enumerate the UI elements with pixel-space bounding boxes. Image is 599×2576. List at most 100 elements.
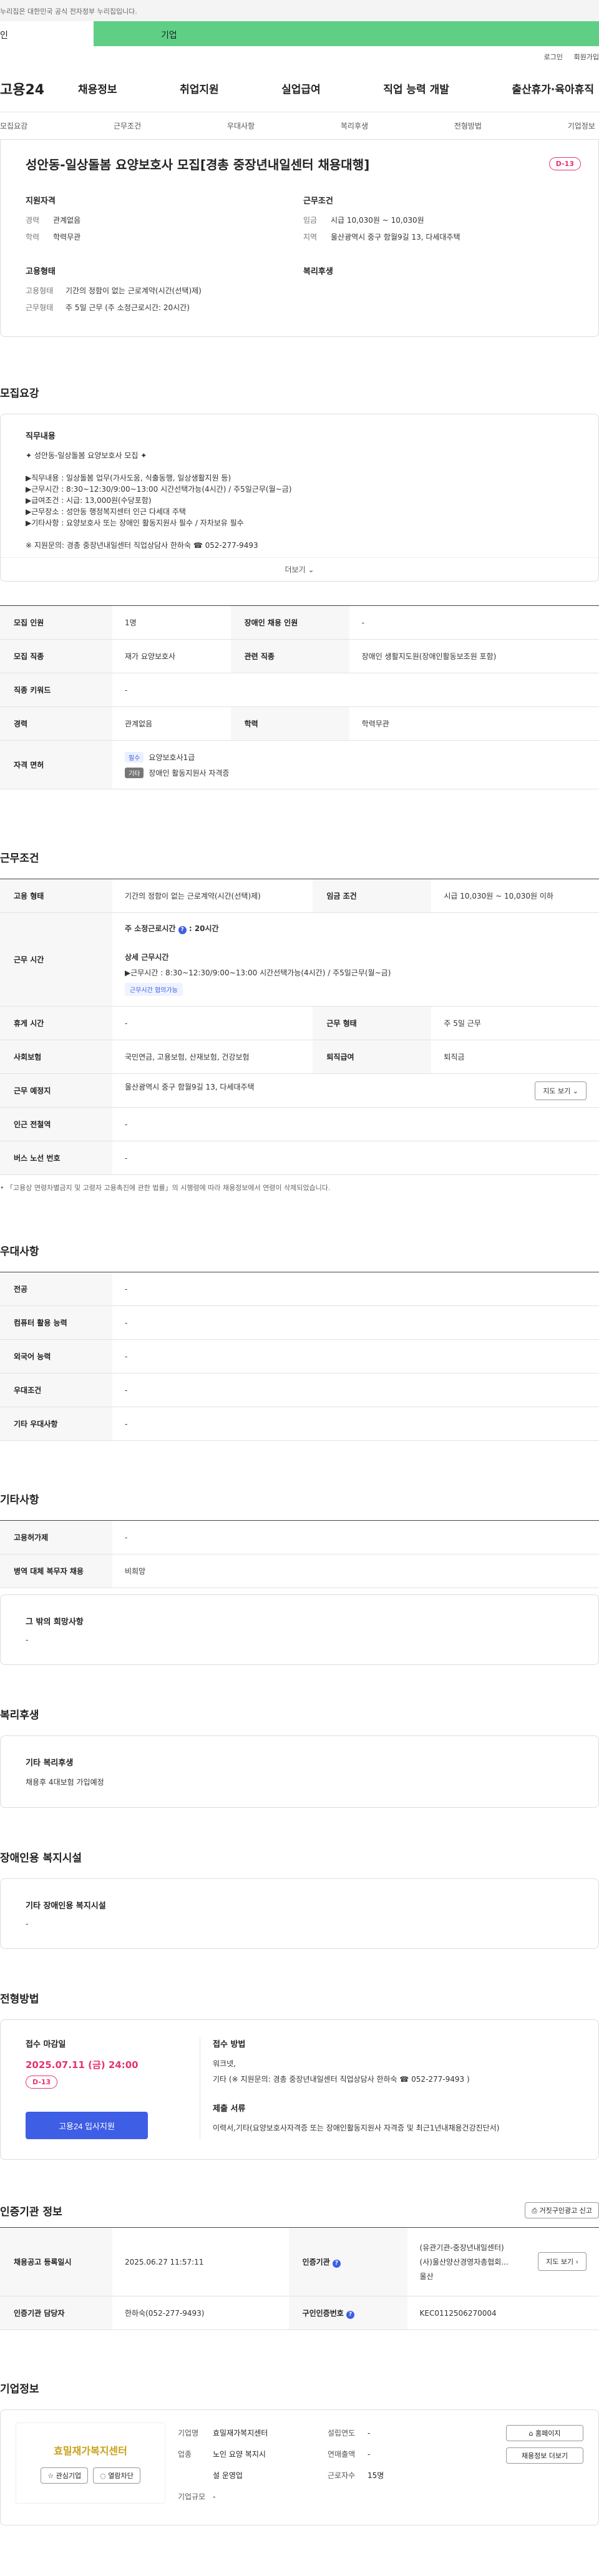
block-label: 열람차단 (108, 2472, 134, 2480)
table-row: 우대조건 - (0, 1373, 599, 1407)
table-row: 인증기관 담당자 한하숙(052-277-9493) 구인인증번호 ? KEC0… (0, 2296, 599, 2330)
desc-line: ▶근무장소 : 성안동 행정복지센터 인근 다세대 주택 (26, 507, 186, 516)
login-link[interactable]: 로그인 (544, 53, 563, 61)
row-label: 버스 노선 번호 (0, 1141, 112, 1175)
label: 근로자수 (328, 2471, 356, 2480)
nav-item-parental-leave[interactable]: 출산휴가·육아휴직 (512, 80, 594, 96)
row-label: 관련 직종 (230, 639, 349, 673)
method-heading: 접수 방법 (213, 2040, 246, 2049)
map-button[interactable]: 지도 보기 › (538, 2252, 587, 2271)
summary-card: 성안동-일상돌봄 요양보호사 모집[경총 중장년내일센터 채용대행] D-13 … (0, 140, 599, 337)
label: 학력 (26, 233, 40, 242)
table-row: 컴퓨터 활용 능력 - (0, 1305, 599, 1340)
row-value: - (112, 1305, 599, 1340)
row-value: 퇴직금 (431, 1040, 599, 1074)
row-label: 모집 직종 (0, 639, 112, 673)
welfare-heading: 기타 복리후생 (26, 1759, 74, 1768)
section-title-etc: 기타사항 (0, 1494, 39, 1506)
row-label: 인증기관 ? (288, 2227, 407, 2296)
org-value: (유관기관-중장년내일센터) (419, 2243, 504, 2252)
favorite-button[interactable]: ☆ 관심기업 (41, 2467, 89, 2484)
table-row: 근무 예정지 울산광역시 중구 함월9길 13, 다세대주택 지도 보기 ⌄ (0, 1073, 599, 1108)
nav-item-employment-support[interactable]: 취업지원 (180, 80, 219, 96)
block-button[interactable]: ◌ 열람차단 (93, 2467, 140, 2484)
anchor-work[interactable]: 근무조건 (114, 120, 141, 131)
row-value: 주 소정근로시간 ? : 20시간 상세 근무시간 ▶근무시간 : 8:30~1… (112, 912, 599, 1007)
row-value: 비희망 (112, 1554, 599, 1588)
row-value: 한하숙(052-277-9493) (112, 2296, 289, 2330)
row-value: 시급 10,030원 ~ 10,030원 이하 (431, 879, 599, 913)
row-label: 직종 키워드 (0, 673, 112, 707)
info-icon[interactable]: ? (332, 2259, 341, 2268)
row-value: - (112, 1107, 599, 1141)
value: 관계없음 (53, 216, 81, 225)
method-value: 기타 (※ 지원문의: 경총 중장년내일센터 직업상담사 한하숙 ☎ 052-2… (213, 2075, 470, 2084)
cert-name: 장애인 활동지원사 자격증 (149, 768, 230, 778)
anchor-pref[interactable]: 우대사항 (227, 120, 255, 131)
report-label: 거짓구인광고 신고 (539, 2207, 592, 2215)
qual-heading: 지원자격 (26, 197, 56, 206)
homepage-label: 홈페이지 (535, 2429, 561, 2437)
nav-item-training[interactable]: 직업 능력 개발 (383, 80, 449, 96)
table-row: 기타 우대사항 - (0, 1407, 599, 1441)
org-label: 인증기관 (302, 2257, 330, 2266)
label: 설립연도 (328, 2429, 356, 2437)
nav-item-unemployment[interactable]: 실업급여 (281, 80, 321, 96)
map-button[interactable]: 지도 보기 ⌄ (535, 1081, 587, 1100)
desc-line: ▶근무시간 : 8:30~12:30/9:00~13:00 시간선택가능(4시간… (26, 485, 292, 494)
table-row: 모집 인원 1명 장애인 채용 인원 - (0, 605, 599, 640)
row-label: 경력 (0, 706, 112, 741)
row-label: 고용 형태 (0, 879, 112, 913)
home-icon: ⌂ (528, 2429, 533, 2437)
row-value: - (112, 1272, 599, 1306)
anchor-company[interactable]: 기업정보 (568, 120, 595, 131)
more-button[interactable]: 더보기 ⌄ (1, 557, 598, 581)
anchor-selection[interactable]: 전형방법 (454, 120, 482, 131)
nav-item-jobs[interactable]: 채용정보 (78, 80, 117, 96)
value: 효밀재가복지센터 (213, 2429, 268, 2437)
note-text: 「고용상 연령차별금지 및 고령자 고용촉진에 관한 법률」의 시행령에 따라 … (6, 1184, 331, 1192)
report-button[interactable]: ⎙ 거짓구인광고 신고 (525, 2202, 599, 2218)
other-heading: 그 밖의 희망사항 (26, 1617, 84, 1627)
join-link[interactable]: 회원가입 (574, 53, 599, 61)
other-tag: 기타 (125, 767, 144, 778)
homepage-button[interactable]: ⌂ 홈페이지 (506, 2425, 583, 2441)
deadline-value: 2025.07.11 (금) 24:00 (26, 2059, 139, 2071)
docs-value: 이력서,기타(요양보호사자격증 또는 장애인활동지원사 자격증 및 최근1년내채… (213, 2124, 500, 2132)
anchor-welfare[interactable]: 복리후생 (341, 120, 368, 131)
tab-business[interactable]: 기업 (94, 21, 599, 46)
row-label: 전공 (0, 1272, 112, 1306)
job-desc-card: 직무내용 ✦ 성안동-일상돌봄 요양보호사 모집 ✦ ▶직무내용 : 일상돌봄 … (0, 414, 599, 582)
chevron-down-icon: ⌄ (572, 1086, 578, 1095)
label: 지역 (303, 233, 318, 242)
row-label: 외국어 능력 (0, 1339, 112, 1373)
facility-value: - (26, 1920, 29, 1928)
row-value: 국민연금, 고용보험, 산재보험, 건강보험 (112, 1040, 313, 1074)
more-jobs-button[interactable]: 채용정보 더보기 (506, 2447, 583, 2464)
row-label: 학력 (230, 706, 349, 741)
info-icon[interactable]: ? (346, 2310, 354, 2319)
section-title-pref: 우대사항 (0, 1246, 39, 1258)
anchor-recruit[interactable]: 모집요강 (0, 120, 27, 131)
label: 연매출액 (328, 2450, 356, 2459)
row-value: 관계없음 (112, 706, 231, 741)
label: 임금 (303, 216, 318, 225)
apply-button[interactable]: 고용24 입사지원 (26, 2112, 148, 2139)
desc-line: ▶기타사항 : 요양보호사 또는 장애인 활동지원사 필수 / 자차보유 필수 (26, 519, 244, 527)
tab-personal[interactable]: 인 (0, 21, 94, 46)
table-row: 근무 시간 주 소정근로시간 ? : 20시간 상세 근무시간 ▶근무시간 : … (0, 912, 599, 1007)
detail-label: 상세 근무시간 (125, 953, 169, 962)
week-hours-label: 주 소정근로시간 (125, 924, 176, 933)
row-value: 재가 요양보호사 (112, 639, 231, 673)
chevron-down-icon: ⌄ (308, 565, 314, 574)
site-logo[interactable]: 고용24 (0, 79, 78, 99)
dday-badge: D-13 (26, 2076, 58, 2089)
label: 근무형태 (26, 303, 54, 312)
value: 시급 10,030원 ~ 10,030원 (331, 216, 424, 225)
table-row: 병역 대체 복무자 채용 비희망 (0, 1554, 599, 1588)
info-icon[interactable]: ? (178, 926, 187, 934)
section-title-welfare: 복리후생 (0, 1709, 39, 1722)
row-value: - (112, 1006, 313, 1040)
row-value: 1명 (112, 605, 231, 640)
table-row: 사회보험 국민연금, 고용보험, 산재보험, 건강보험 퇴직급여 퇴직금 (0, 1040, 599, 1074)
